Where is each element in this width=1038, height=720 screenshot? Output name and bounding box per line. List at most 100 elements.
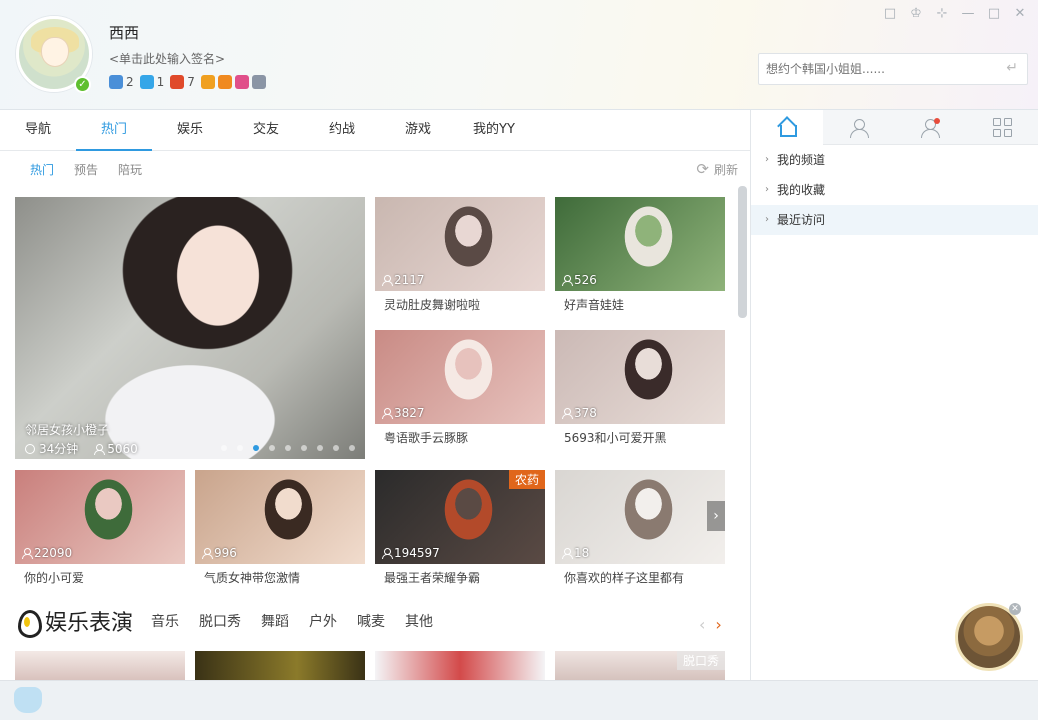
scrollbar-thumb[interactable] [738,186,747,318]
chevron-right-icon: › [765,184,769,195]
viewer-icon [202,548,213,559]
signature-field[interactable]: <单击此处输入签名> [109,50,225,67]
featured-duration-value: 34分钟 [39,442,79,456]
section-tab-5[interactable]: 其他 [405,611,433,631]
sub-tab-2[interactable]: 陪玩 [118,161,142,178]
stream-tile[interactable]: 996 气质女神带您激情 [195,470,365,588]
section-tab-3[interactable]: 户外 [309,611,337,631]
preview-tile-1[interactable] [15,651,185,680]
bear-icon[interactable] [217,75,232,89]
tree-item[interactable]: › 我的收藏 [751,175,1038,205]
prev-arrow-icon[interactable]: ‹ [699,615,705,634]
stream-tile[interactable]: 22090 你的小可爱 [15,470,185,588]
carousel-dot[interactable] [349,445,355,451]
sub-tab-1[interactable]: 预告 [74,161,98,178]
sub-tab-0[interactable]: 热门 [30,161,54,178]
viewer-count: 2117 [382,273,425,287]
shirt-icon[interactable]: ♔ [908,6,924,22]
stream-tile[interactable]: 2117 灵动肚皮舞谢啦啦 [375,197,545,315]
cat-icon[interactable] [14,687,42,713]
carousel-dot[interactable] [333,445,339,451]
stream-title: 灵动肚皮舞谢啦啦 [384,298,481,312]
viewer-count-value: 996 [214,546,237,560]
tab-5[interactable]: 游戏 [380,110,456,150]
section-tab-2[interactable]: 舞蹈 [261,611,289,631]
viewer-icon [22,548,33,559]
skin-icon[interactable]: □ [882,6,898,22]
carousel-dot[interactable] [221,445,227,451]
stream-title: 5693和小可爱开黑 [564,431,667,445]
carousel-dot[interactable] [285,445,291,451]
refresh-label: 刷新 [713,162,738,177]
tab-4[interactable]: 约战 [304,110,380,150]
featured-tile[interactable]: 邻居女孩小橙子 34分钟 5060 [15,197,365,459]
game-icon[interactable] [109,75,123,89]
stream-tile[interactable]: 378 5693和小可爱开黑 [555,330,725,448]
viewer-count: 996 [202,546,237,560]
maximize-button[interactable]: □ [986,6,1002,22]
tab-1[interactable]: 热门 [76,110,152,151]
viewer-icon [562,408,573,419]
vip-icon[interactable] [170,75,185,89]
stream-tile[interactable]: 3827 粤语歌手云豚豚 [375,330,545,448]
settings-icon[interactable]: ⊹ [934,6,950,22]
featured-title: 邻居女孩小橙子 [25,423,110,437]
minimize-button[interactable]: — [960,6,976,22]
carousel-dot[interactable] [253,445,259,451]
viewer-count: 18 [562,546,589,560]
tab-6[interactable]: 我的YY [456,110,532,150]
search-box[interactable]: ↵ [758,53,1028,85]
close-button[interactable]: ✕ [1012,6,1028,22]
refresh-button[interactable]: ⟳ 刷新 [696,160,738,178]
enter-icon[interactable]: ↵ [1006,60,1018,76]
chevron-right-icon: › [765,154,769,165]
section-tab-1[interactable]: 脱口秀 [199,611,241,631]
username[interactable]: 西西 [109,22,139,43]
tree-item-label: 我的频道 [777,153,826,167]
search-input[interactable] [759,54,989,84]
viewer-count: 3827 [382,406,425,420]
tree-item[interactable]: › 我的频道 [751,145,1038,175]
apps-icon [992,118,1012,137]
tab-friends[interactable] [895,110,967,145]
preview-tile-3[interactable] [375,651,545,680]
stream-title: 最强王者荣耀争霸 [384,571,481,585]
section-header: 娱乐表演 音乐 脱口秀 舞蹈 户外 喊麦 其他 [15,605,453,638]
heart-icon[interactable] [234,75,249,89]
preview-tile-2[interactable] [195,651,365,680]
stream-title: 粤语歌手云豚豚 [384,431,469,445]
status-bar [0,680,1038,720]
tab-profile[interactable] [823,110,895,145]
tab-home[interactable] [751,110,823,145]
carousel-dot[interactable] [301,445,307,451]
user-icon [849,118,869,138]
carousel-dot[interactable] [269,445,275,451]
close-icon[interactable]: ✕ [1009,603,1021,615]
carousel-dot[interactable] [317,445,323,451]
stream-tile[interactable]: 194597 最强王者荣耀争霸 农药 [375,470,545,588]
tree-item[interactable]: › 最近访问 [751,205,1038,235]
preview-tag: 脱口秀 [676,651,725,670]
section-tab-4[interactable]: 喊麦 [357,611,385,631]
preview-tile-4[interactable]: 脱口秀 [555,651,725,680]
stream-tile[interactable]: 526 好声音娃娃 [555,197,725,315]
tab-0[interactable]: 导航 [0,110,76,150]
featured-duration: 34分钟 [25,440,78,457]
next-arrow-icon[interactable]: › [715,615,721,634]
diamond-icon[interactable] [139,75,154,89]
badge-count: 1 [156,75,165,89]
next-page-arrow[interactable]: › [707,501,725,531]
tab-3[interactable]: 交友 [228,110,304,150]
tab-apps[interactable] [966,110,1038,145]
eye-icon[interactable] [251,75,266,89]
chevron-right-icon: › [765,214,769,225]
carousel-dot[interactable] [237,445,243,451]
stream-tile[interactable]: 18 你喜欢的样子这里都有 [555,470,725,588]
viewer-count: 194597 [382,546,440,560]
section-tab-0[interactable]: 音乐 [151,611,179,631]
featured-viewers-value: 5060 [107,441,138,456]
play-icon[interactable] [200,75,215,89]
main-tab-bar: 导航 热门 娱乐 交友 约战 游戏 我的YY [0,110,750,151]
tree-item-label: 我的收藏 [777,183,826,197]
tab-2[interactable]: 娱乐 [152,110,228,150]
